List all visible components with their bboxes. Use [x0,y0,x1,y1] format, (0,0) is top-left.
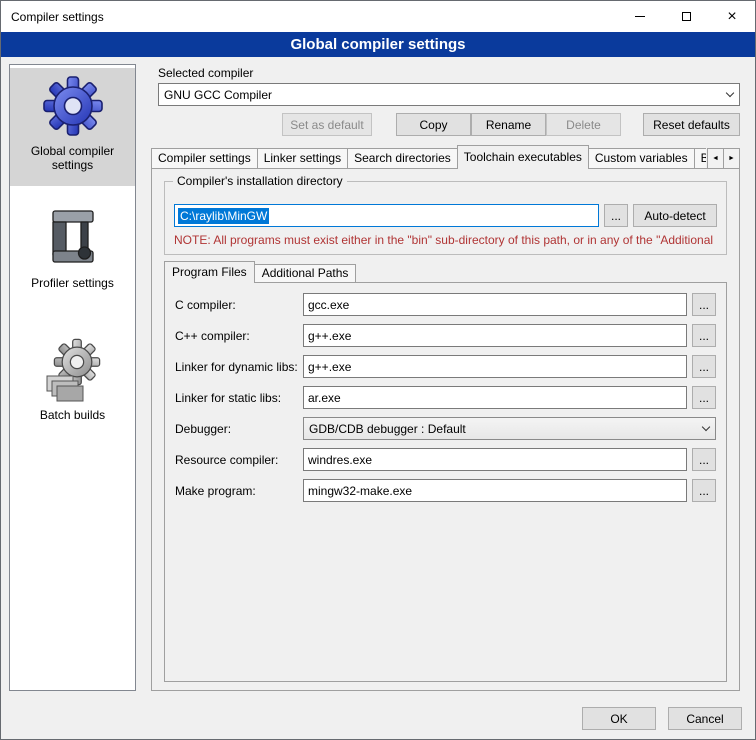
c-compiler-browse-button[interactable]: ... [692,293,716,316]
rename-button[interactable]: Rename [471,113,546,136]
dynamic-linker-browse-button[interactable]: ... [692,355,716,378]
dynamic-linker-input[interactable] [303,355,687,378]
arrow-left-icon: ◄ [712,155,719,162]
form-row-static-linker: Linker for static libs: ... [175,386,716,409]
sidebar-item-profiler-settings[interactable]: Profiler settings [10,200,135,318]
close-icon: × [727,9,736,25]
copy-button[interactable]: Copy [396,113,471,136]
sidebar-item-label: Batch builds [12,408,133,422]
window-title: Compiler settings [1,10,104,24]
tabs-viewport: Compiler settings Linker settings Search… [151,145,706,169]
debugger-value: GDB/CDB debugger : Default [309,422,697,436]
form-row-make-program: Make program: ... [175,479,716,502]
sidebar-item-label: Profiler settings [12,276,133,290]
dropdown-arrow-zone [721,84,739,105]
dropdown-arrow-zone [697,418,715,439]
cpp-compiler-input[interactable] [303,324,687,347]
form-row-cpp-compiler: C++ compiler: ... [175,324,716,347]
installation-directory-input[interactable]: C:\raylib\MinGW [174,204,599,227]
form-row-c-compiler: C compiler: ... [175,293,716,316]
compiler-action-row: Set as default Copy Rename Delete Reset … [146,113,740,136]
chevron-down-icon [702,423,710,431]
installation-directory-groupbox: Compiler's installation directory C:\ray… [164,181,727,255]
make-program-browse-button[interactable]: ... [692,479,716,502]
installation-directory-group-title: Compiler's installation directory [173,174,347,188]
set-as-default-button: Set as default [282,113,372,136]
resource-compiler-input[interactable] [303,448,687,471]
program-files-panel: C compiler: ... C++ compiler: ... Linker… [164,282,727,682]
chevron-down-icon [726,89,734,97]
bin-subdirectory-note: NOTE: All programs must exist either in … [174,233,724,247]
minimize-button[interactable] [617,1,663,32]
installation-directory-browse-button[interactable]: ... [604,204,628,227]
tab-build-options[interactable]: Build options [694,148,706,169]
make-program-label: Make program: [175,484,303,498]
tab-scroll-left-button[interactable]: ◄ [707,148,724,169]
maximize-button[interactable] [663,1,709,32]
ok-button[interactable]: OK [582,707,656,730]
caption-buttons: × [617,1,755,32]
program-files-subtabstrip: Program Files Additional Paths [164,261,355,283]
static-linker-browse-button[interactable]: ... [692,386,716,409]
profiler-tool-icon [41,206,105,270]
dialog-header: Global compiler settings [1,32,755,57]
delete-button: Delete [546,113,621,136]
subtab-program-files[interactable]: Program Files [164,261,255,283]
resource-compiler-browse-button[interactable]: ... [692,448,716,471]
tab-custom-variables[interactable]: Custom variables [588,148,695,169]
sidebar-item-global-compiler-settings[interactable]: Global compiler settings [10,68,135,186]
tab-toolchain-executables[interactable]: Toolchain executables [457,145,589,169]
form-row-debugger: Debugger: GDB/CDB debugger : Default [175,417,716,440]
c-compiler-input[interactable] [303,293,687,316]
dialog-footer: OK Cancel [582,707,742,730]
cpp-compiler-browse-button[interactable]: ... [692,324,716,347]
close-button[interactable]: × [709,1,755,32]
reset-defaults-button[interactable]: Reset defaults [643,113,740,136]
static-linker-input[interactable] [303,386,687,409]
debugger-dropdown[interactable]: GDB/CDB debugger : Default [303,417,716,440]
installation-directory-value: C:\raylib\MinGW [178,208,269,224]
tab-search-directories[interactable]: Search directories [347,148,458,169]
gear-gray-icon [41,338,105,402]
arrow-right-icon: ► [728,155,735,162]
toolchain-executables-panel: Compiler's installation directory C:\ray… [151,168,740,691]
settings-tabstrip: Compiler settings Linker settings Search… [151,145,740,169]
gear-blue-icon [41,74,105,138]
tab-linker-settings[interactable]: Linker settings [257,148,348,169]
form-row-dynamic-linker: Linker for dynamic libs: ... [175,355,716,378]
tab-scroll-right-button[interactable]: ► [723,148,740,169]
dynamic-linker-label: Linker for dynamic libs: [175,360,303,374]
minimize-icon [635,16,645,17]
cpp-compiler-label: C++ compiler: [175,329,303,343]
tab-compiler-settings[interactable]: Compiler settings [151,148,258,169]
maximize-icon [682,12,691,21]
title-bar: Compiler settings × [1,1,755,32]
selected-compiler-value: GNU GCC Compiler [164,88,721,102]
installation-directory-row: C:\raylib\MinGW ... Auto-detect [174,204,717,227]
selected-compiler-label: Selected compiler [158,66,253,80]
settings-sidebar: Global compiler settings Profiler settin… [9,64,136,691]
main-panel: Selected compiler GNU GCC Compiler Set a… [146,57,748,699]
tab-scroll-buttons: ◄ ► [708,148,740,169]
form-row-resource-compiler: Resource compiler: ... [175,448,716,471]
auto-detect-button[interactable]: Auto-detect [633,204,717,227]
c-compiler-label: C compiler: [175,298,303,312]
cancel-button[interactable]: Cancel [668,707,742,730]
compiler-settings-window: Compiler settings × Global compiler sett… [0,0,756,740]
selected-compiler-dropdown[interactable]: GNU GCC Compiler [158,83,740,106]
static-linker-label: Linker for static libs: [175,391,303,405]
toolchain-form: C compiler: ... C++ compiler: ... Linker… [165,283,726,510]
debugger-label: Debugger: [175,422,303,436]
sidebar-item-batch-builds[interactable]: Batch builds [10,332,135,450]
make-program-input[interactable] [303,479,687,502]
resource-compiler-label: Resource compiler: [175,453,303,467]
sidebar-item-label: Global compiler settings [12,144,133,172]
subtab-additional-paths[interactable]: Additional Paths [254,264,357,283]
